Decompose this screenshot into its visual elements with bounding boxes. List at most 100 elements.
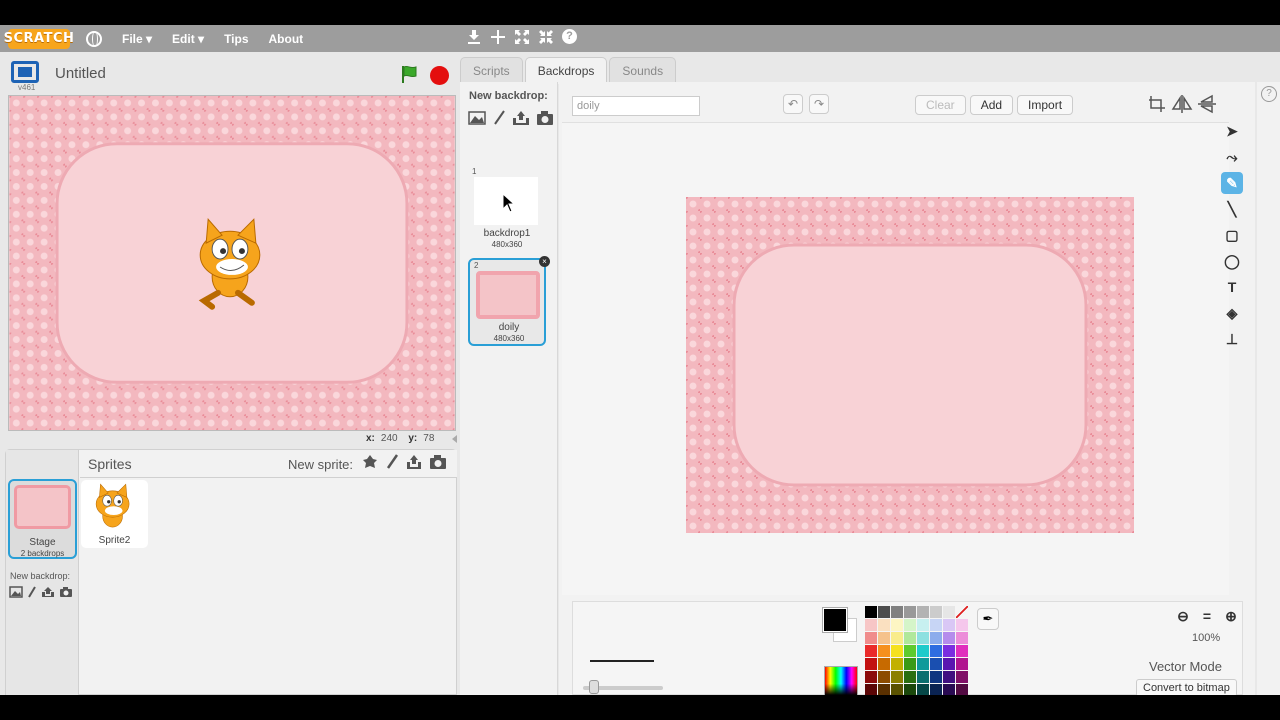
palette-color-swatch[interactable] (956, 632, 968, 644)
tab-sounds[interactable]: Sounds (609, 57, 677, 83)
reshape-icon[interactable]: ⤳ (1221, 146, 1243, 168)
palette-color-swatch[interactable] (891, 632, 903, 644)
palette-color-swatch[interactable] (956, 658, 968, 670)
palette-color-swatch[interactable] (943, 606, 955, 618)
delete-cut-icon[interactable] (490, 29, 506, 45)
tab-backdrops[interactable]: Backdrops (524, 57, 608, 84)
tab-scripts[interactable]: Scripts (460, 57, 523, 83)
line-width-slider-handle[interactable] (589, 680, 599, 694)
choose-backdrop-library-icon[interactable] (9, 586, 23, 598)
grow-icon[interactable] (514, 29, 530, 45)
palette-color-swatch[interactable] (917, 619, 929, 631)
palette-color-swatch[interactable] (878, 645, 890, 657)
upload-backdrop-file-icon[interactable] (512, 110, 530, 126)
palette-color-swatch[interactable] (904, 632, 916, 644)
menu-edit[interactable]: Edit ▾ (172, 32, 204, 46)
palette-color-swatch[interactable] (930, 671, 942, 683)
clear-button[interactable]: Clear (915, 95, 966, 115)
line-icon[interactable]: ╲ (1221, 198, 1243, 220)
palette-color-swatch[interactable] (956, 684, 968, 695)
palette-color-swatch[interactable] (943, 619, 955, 631)
menu-tips[interactable]: Tips (224, 32, 248, 46)
palette-color-swatch[interactable] (956, 645, 968, 657)
palette-color-swatch[interactable] (891, 645, 903, 657)
no-color-swatch[interactable] (956, 606, 968, 618)
zoom-out-icon[interactable]: ⊖ (1173, 606, 1193, 626)
palette-color-swatch[interactable] (891, 619, 903, 631)
palette-color-swatch[interactable] (930, 658, 942, 670)
paint-backdrop-icon[interactable] (27, 586, 37, 598)
choose-sprite-library-icon[interactable] (362, 454, 378, 470)
palette-color-swatch[interactable] (878, 658, 890, 670)
ellipse-icon[interactable]: ◯ (1221, 250, 1243, 272)
palette-color-swatch[interactable] (943, 658, 955, 670)
palette-color-swatch[interactable] (891, 606, 903, 618)
flip-horizontal-icon[interactable] (1171, 94, 1193, 114)
palette-color-swatch[interactable] (891, 684, 903, 695)
palette-color-swatch[interactable] (930, 684, 942, 695)
shrink-icon[interactable] (538, 29, 554, 45)
palette-color-swatch[interactable] (891, 671, 903, 683)
costume-name-input[interactable] (572, 96, 700, 116)
stamp-icon[interactable]: ⊥ (1221, 328, 1243, 350)
import-button[interactable]: Import (1017, 95, 1074, 115)
palette-color-swatch[interactable] (930, 632, 942, 644)
color-picker-gradient[interactable] (824, 666, 858, 695)
palette-color-swatch[interactable] (943, 684, 955, 695)
palette-color-swatch[interactable] (943, 632, 955, 644)
palette-color-swatch[interactable] (917, 671, 929, 683)
primary-color-swatch[interactable] (822, 607, 848, 633)
delete-backdrop-icon[interactable]: × (539, 256, 550, 267)
help-icon[interactable]: ? (562, 29, 577, 44)
backdrop-item-selected[interactable]: 2 doily 480x360 × (468, 256, 550, 346)
upload-backdrop-icon[interactable] (41, 586, 55, 598)
menu-file[interactable]: File ▾ (122, 32, 152, 46)
palette-color-swatch[interactable] (956, 619, 968, 631)
palette-color-swatch[interactable] (878, 684, 890, 695)
backdrop-library-icon[interactable] (468, 110, 486, 126)
palette-color-swatch[interactable] (930, 606, 942, 618)
project-title[interactable]: Untitled (55, 65, 106, 82)
camera-sprite-icon[interactable] (429, 454, 447, 470)
green-flag-icon[interactable] (400, 64, 420, 84)
palette-color-swatch[interactable] (904, 658, 916, 670)
duplicate-stamp-icon[interactable] (466, 29, 482, 45)
palette-color-swatch[interactable] (865, 619, 877, 631)
set-costume-center-icon[interactable] (1147, 94, 1167, 114)
palette-color-swatch[interactable] (904, 684, 916, 695)
paint-sprite-icon[interactable] (385, 454, 399, 470)
menu-about[interactable]: About (269, 32, 304, 46)
palette-color-swatch[interactable] (904, 671, 916, 683)
stop-button[interactable] (430, 66, 449, 85)
palette-color-swatch[interactable] (865, 671, 877, 683)
stage-thumbnail[interactable]: Stage 2 backdrops (8, 479, 77, 559)
palette-color-swatch[interactable] (943, 645, 955, 657)
palette-color-swatch[interactable] (943, 671, 955, 683)
palette-color-swatch[interactable] (930, 619, 942, 631)
palette-color-swatch[interactable] (904, 645, 916, 657)
paint-new-backdrop-icon[interactable] (492, 110, 506, 126)
palette-color-swatch[interactable] (917, 658, 929, 670)
camera-new-backdrop-icon[interactable] (536, 110, 554, 126)
palette-color-swatch[interactable] (917, 684, 929, 695)
eyedropper-icon[interactable]: ✒ (977, 608, 999, 630)
palette-color-swatch[interactable] (878, 619, 890, 631)
palette-color-swatch[interactable] (878, 671, 890, 683)
stage-canvas[interactable] (8, 95, 456, 431)
palette-color-swatch[interactable] (930, 645, 942, 657)
palette-color-swatch[interactable] (904, 606, 916, 618)
redo-icon[interactable]: ↷ (809, 94, 829, 114)
rectangle-icon[interactable]: ▢ (1221, 224, 1243, 246)
text-icon[interactable]: T (1221, 276, 1243, 298)
select-icon[interactable]: ➤ (1221, 120, 1243, 142)
palette-color-swatch[interactable] (865, 645, 877, 657)
presentation-mode-button[interactable] (11, 61, 39, 83)
flip-vertical-icon[interactable] (1197, 94, 1217, 114)
convert-to-bitmap-button[interactable]: Convert to bitmap (1136, 679, 1237, 695)
palette-color-swatch[interactable] (904, 619, 916, 631)
zoom-in-icon[interactable]: ⊕ (1221, 606, 1241, 626)
fill-icon[interactable]: ◈ (1221, 302, 1243, 324)
sprite-thumbnail[interactable]: Sprite2 (81, 480, 148, 548)
pencil-icon[interactable]: ✎ (1221, 172, 1243, 194)
palette-color-swatch[interactable] (878, 606, 890, 618)
